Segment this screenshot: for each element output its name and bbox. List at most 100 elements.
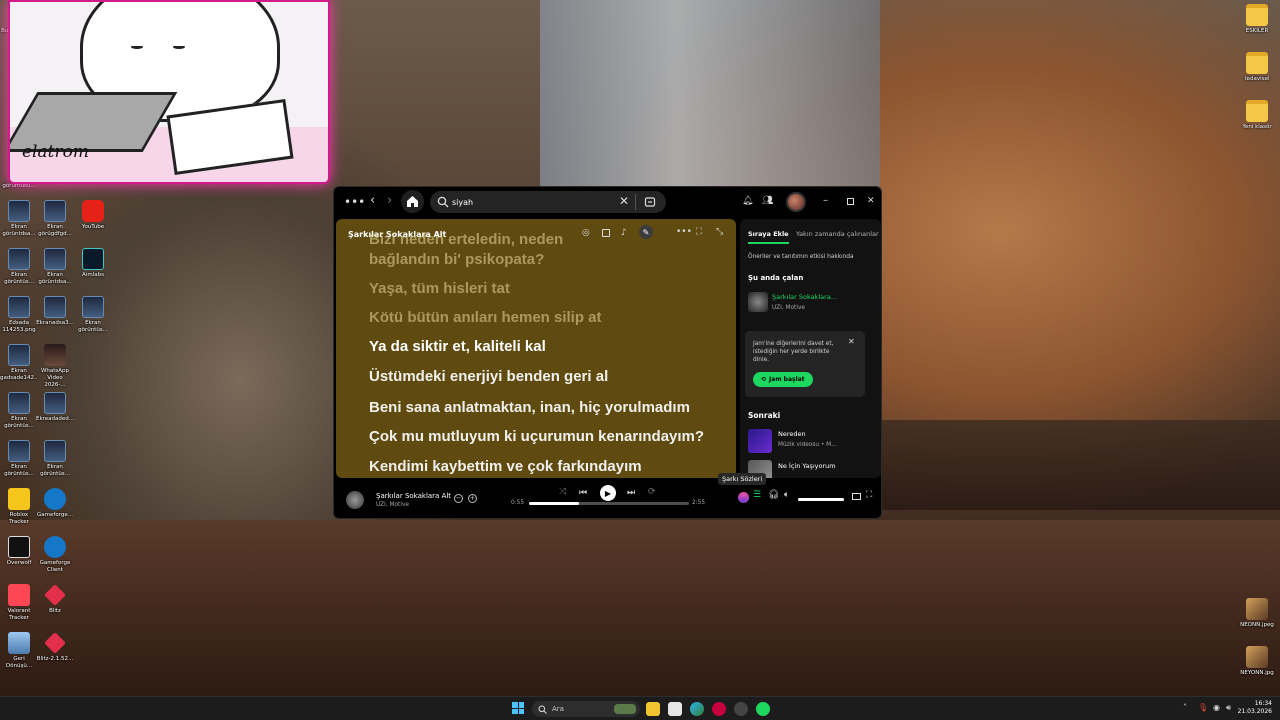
- desktop-icon[interactable]: Roblox Tracker: [0, 488, 38, 526]
- next-track-title-2[interactable]: Ne İçin Yaşıyorum: [778, 462, 836, 470]
- desktop-icon[interactable]: Aimlabs: [74, 248, 112, 279]
- github-icon[interactable]: [734, 702, 748, 716]
- desktop-icon[interactable]: Gameforge Client: [36, 536, 74, 574]
- taskbar-clock[interactable]: 16:34 21.03.2026: [1236, 700, 1272, 716]
- tab-recent[interactable]: Yakın zamanda çalınanlar: [796, 230, 879, 238]
- volume-icon[interactable]: 🔈︎: [784, 490, 789, 500]
- desktop-icon[interactable]: Edsada 114253.png: [0, 296, 38, 334]
- store-icon[interactable]: [668, 702, 682, 716]
- jam-close-icon[interactable]: ✕: [848, 337, 855, 346]
- desktop-icon[interactable]: Blitz-2.1.52...: [36, 632, 74, 663]
- home-button[interactable]: [401, 190, 424, 213]
- wifi-icon[interactable]: ◉: [1213, 703, 1220, 712]
- pencil-icon[interactable]: ✎: [639, 225, 653, 239]
- desktop-icon[interactable]: Ekran gadsade142...: [0, 344, 38, 382]
- spotify-taskbar-icon[interactable]: [756, 702, 770, 716]
- taskbar-search[interactable]: Ara: [532, 701, 640, 717]
- progress-bar[interactable]: [529, 502, 689, 505]
- previous-icon[interactable]: ⏮︎: [579, 488, 587, 498]
- desktop-icon[interactable]: WhatsApp Video 2026-...: [36, 344, 74, 389]
- tray-chevron-icon[interactable]: ˄: [1183, 703, 1187, 712]
- lyric-line[interactable]: bağlandın bi' psikopata?: [369, 251, 544, 268]
- queue-icon[interactable]: ☰: [753, 490, 761, 500]
- desktop-icon[interactable]: Ekran görüntdsa...: [36, 248, 74, 286]
- lyric-line[interactable]: Yaşa, tüm hisleri tat: [369, 280, 510, 297]
- volume-slider[interactable]: [798, 498, 844, 501]
- forward-icon[interactable]: ›: [387, 193, 392, 208]
- fullscreen-icon[interactable]: ⛶: [696, 227, 702, 237]
- desktop-icon[interactable]: Ekran görüntüs...: [0, 440, 38, 478]
- next-icon[interactable]: ⏭︎: [627, 488, 635, 498]
- remove-icon[interactable]: −: [454, 494, 463, 503]
- desktop-icon[interactable]: YouTube: [74, 200, 112, 231]
- fullscreen-player-icon[interactable]: ⛶: [866, 490, 872, 500]
- jam-start-button[interactable]: ⟲ Jam başlat: [753, 372, 813, 387]
- lyrics-button-icon[interactable]: [738, 492, 749, 503]
- queue-view-icon[interactable]: [602, 229, 610, 237]
- clear-search-icon[interactable]: ✕: [619, 194, 629, 208]
- next-track-subtitle[interactable]: Müzik videosu • M...: [778, 442, 837, 448]
- edge-icon[interactable]: [690, 702, 704, 716]
- device-icon[interactable]: 🎧︎: [768, 490, 779, 500]
- maximize-icon[interactable]: [847, 198, 854, 205]
- desktop-icon[interactable]: Blitz: [36, 584, 74, 615]
- add-icon[interactable]: +: [468, 494, 477, 503]
- desktop-icon[interactable]: Ekran görügdfgd...: [36, 200, 74, 238]
- player-cover[interactable]: [346, 491, 364, 509]
- repeat-icon[interactable]: ⟳: [648, 487, 656, 497]
- tab-queue[interactable]: Sıraya Ekle: [748, 230, 789, 244]
- desktop-icon[interactable]: NEYONN.jpg: [1236, 646, 1278, 677]
- desktop-icon[interactable]: Ekran görüntüs...: [74, 296, 112, 334]
- file-explorer-icon[interactable]: [646, 702, 660, 716]
- lyric-line[interactable]: Kötü bütün anıları hemen silip at: [369, 309, 602, 326]
- desktop-icon[interactable]: Ekranadsa3...: [36, 296, 74, 327]
- friends-icon[interactable]: 👥︎: [762, 196, 773, 206]
- desktop-icon[interactable]: Ekran görüntüs...: [0, 248, 38, 286]
- browse-icon[interactable]: [644, 196, 656, 208]
- next-track-cover[interactable]: [748, 429, 772, 453]
- menu-dots-icon[interactable]: •••: [344, 195, 365, 209]
- desktop-icon[interactable]: Valorant Tracker: [0, 584, 38, 622]
- minimize-icon[interactable]: –: [823, 195, 828, 206]
- mic-icon[interactable]: ♪: [621, 228, 627, 238]
- shuffle-icon[interactable]: ⤨: [559, 487, 566, 497]
- lyric-line[interactable]: Beni sana anlatmaktan, inan, hiç yorulma…: [369, 399, 690, 416]
- desktop-icon[interactable]: Geri Dönüşü...: [0, 632, 38, 670]
- desktop-icon[interactable]: Ekran görüntdsa...: [0, 200, 38, 238]
- desktop-icon[interactable]: Overwolf: [0, 536, 38, 567]
- back-icon[interactable]: ‹: [370, 193, 375, 208]
- avatar[interactable]: [786, 192, 806, 212]
- collapse-icon[interactable]: ⤡: [716, 227, 723, 237]
- close-icon[interactable]: ✕: [867, 196, 875, 206]
- connect-icon[interactable]: ◎: [582, 228, 590, 238]
- desktop-icon[interactable]: Gameforge...: [36, 488, 74, 519]
- current-track-artist[interactable]: UZI, Motive: [772, 305, 805, 311]
- lyric-line[interactable]: Üstümdeki enerjiyi benden geri al: [369, 368, 608, 385]
- player-track-title[interactable]: Şarkılar Sokaklara Alt: [376, 492, 451, 500]
- lyric-line[interactable]: Ya da siktir et, kaliteli kal: [369, 338, 546, 355]
- desktop-icon[interactable]: Ekran görüntüs...: [0, 392, 38, 430]
- lyric-line[interactable]: Kendimi kaybettim ve çok farkındayım: [369, 458, 642, 475]
- search-input[interactable]: siyah ✕: [430, 191, 666, 213]
- more-icon[interactable]: •••: [676, 227, 692, 237]
- player-track-artist[interactable]: UZI, Motive: [376, 502, 409, 508]
- miniplayer-icon[interactable]: [852, 493, 861, 500]
- start-button[interactable]: [512, 702, 524, 714]
- desktop-icon[interactable]: NEONN.jpeg: [1236, 598, 1278, 629]
- desktop-icon[interactable]: Ekran görüntüs...: [36, 440, 74, 478]
- desktop-icon[interactable]: Yeni klasör: [1236, 100, 1278, 131]
- lyric-line[interactable]: Çok mu mutluyum ki uçurumun kenarındayım…: [369, 428, 704, 445]
- current-track-cover[interactable]: [748, 292, 768, 312]
- desktop-icon[interactable]: ESKİLER: [1236, 4, 1278, 35]
- opera-icon[interactable]: [712, 702, 726, 716]
- next-track-title[interactable]: Nereden: [778, 430, 806, 438]
- mic-tray-icon[interactable]: 🎙︎: [1198, 703, 1208, 712]
- play-button[interactable]: ▶: [600, 485, 616, 501]
- lyric-line[interactable]: Bizi neden erteledin, neden: [369, 231, 563, 248]
- desktop-icon[interactable]: tedavisel: [1236, 52, 1278, 83]
- bell-icon[interactable]: 🔔︎: [742, 196, 753, 206]
- desktop-icon[interactable]: Ekreadaded...: [36, 392, 74, 423]
- current-track-title[interactable]: Şarkılar Sokaklara...: [772, 293, 837, 301]
- speaker-icon[interactable]: 🔊︎: [1226, 703, 1231, 713]
- recommendations-info-link[interactable]: Öneriler ve tanıtımın etkisi hakkında: [748, 254, 854, 260]
